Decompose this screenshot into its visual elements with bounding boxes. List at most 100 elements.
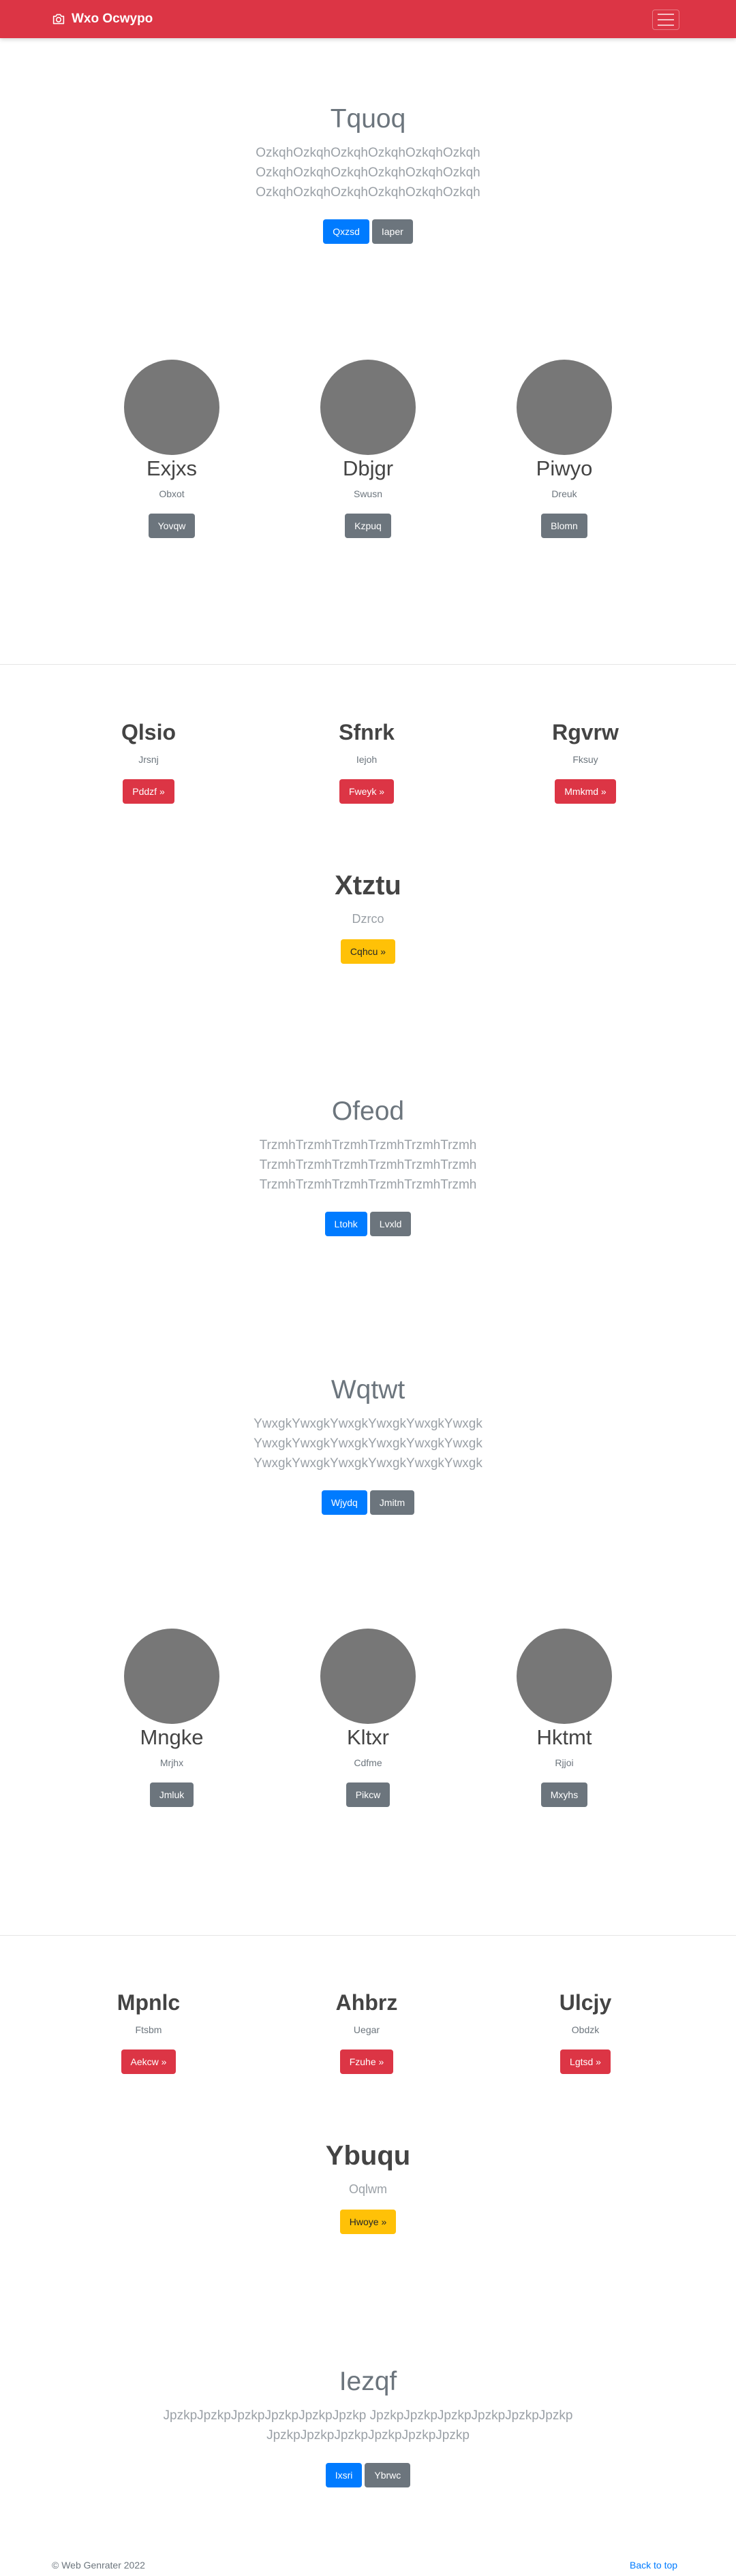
hero-actions: Qxzsd Iaper (0, 219, 736, 244)
team-member-role: Obxot (159, 488, 185, 499)
highlight-subtitle: Dzrco (352, 912, 384, 926)
feature-subtitle: Ftsbm (135, 2024, 162, 2035)
feature-title: Ahbrz (335, 1990, 398, 2015)
team-member-role: Mrjhx (159, 1757, 184, 1768)
team-member-name: Dbjgr (342, 456, 394, 480)
feature-title: Sfnrk (339, 720, 395, 744)
feature-actions: Pddzf » (46, 779, 251, 804)
highlight-title: Ybuqu (325, 2141, 411, 2171)
team-member-actions: Jmluk (70, 1782, 274, 1807)
feature-title: Mpnlc (117, 1990, 181, 2015)
team-member-actions: Pikcw (266, 1782, 470, 1807)
team-member-role: Dreuk (551, 488, 577, 499)
footer-copyright: © Web Genrater 2022 (52, 2560, 145, 2571)
feature-actions: Fzuhe » (264, 2049, 469, 2074)
feature-title: Qlsio (121, 720, 176, 744)
hero-lead-line: YwxgkYwxgkYwxgkYwxgkYwxgkYwxgk (254, 1417, 482, 1431)
hamburger-icon-bar (658, 19, 674, 20)
avatar (124, 1629, 219, 1724)
secondary-button[interactable]: Ybrwc (365, 2463, 411, 2487)
hero-lead-line: OzkqhOzkqhOzkqhOzkqhOzkqhOzkqh (256, 146, 480, 160)
team-member-name: Exjxs (146, 456, 198, 480)
feature-button[interactable]: Mmkmd » (555, 779, 616, 804)
team-member-button[interactable]: Pikcw (346, 1782, 390, 1807)
team-member-name: Kltxr (347, 1725, 389, 1749)
hero-actions: Ltohk Lvxld (0, 1212, 736, 1236)
camera-icon (52, 14, 65, 25)
team-member-actions: Mxyhs (462, 1782, 666, 1807)
secondary-button[interactable]: Lvxld (369, 1212, 412, 1236)
team-member-role: Swusn (353, 488, 383, 499)
feature-button[interactable]: Aekcw » (121, 2049, 177, 2074)
primary-button[interactable]: Ltohk (324, 1212, 367, 1236)
team-member-button[interactable]: Kzpuq (345, 514, 391, 538)
highlight-button[interactable]: Hwoye » (339, 2210, 397, 2234)
feature-subtitle: Obdzk (571, 2024, 600, 2035)
feature-subtitle: Fksuy (572, 754, 598, 765)
feature-subtitle: Uegar (353, 2024, 380, 2035)
hero-lead-line: JpzkpJpzkpJpzkpJpzkpJpzkpJpzkp (266, 2428, 470, 2443)
back-to-top-link[interactable]: Back to top (630, 2560, 677, 2571)
team-member-button[interactable]: Blomn (541, 514, 587, 538)
hero-lead-line: JpzkpJpzkpJpzkpJpzkpJpzkpJpzkp JpzkpJpzk… (163, 2408, 573, 2423)
feature-actions: Aekcw » (46, 2049, 251, 2074)
team-member-name: Hktmt (536, 1725, 592, 1749)
hero-title: Tquoq (330, 104, 406, 133)
team-member-button[interactable]: Jmluk (149, 1782, 194, 1807)
hero-title: Ofeod (331, 1097, 405, 1126)
feature-button[interactable]: Fweyk » (339, 779, 395, 804)
feature-button[interactable]: Lgtsd » (560, 2049, 611, 2074)
feature-subtitle: Iejoh (356, 754, 378, 765)
team-member-button[interactable]: Yovqw (148, 514, 196, 538)
feature-subtitle: Jrsnj (138, 754, 159, 765)
highlight-title: Xtztu (335, 870, 401, 900)
team-member-name: Mngke (140, 1725, 204, 1749)
highlight-button[interactable]: Cqhcu » (340, 939, 396, 964)
team-member-role: Cdfme (354, 1757, 382, 1768)
team-member-name: Piwyo (536, 456, 593, 480)
highlight-actions: Cqhcu » (0, 939, 736, 964)
team-member-role: Rjjoi (555, 1757, 574, 1768)
primary-button[interactable]: Ixsri (325, 2463, 363, 2487)
primary-button[interactable]: Wjydq (321, 1490, 367, 1515)
avatar (320, 360, 416, 455)
brand-link[interactable]: Wxo Ocwypo (52, 11, 153, 27)
secondary-button[interactable]: Iaper (371, 219, 413, 244)
hero-lead-line: YwxgkYwxgkYwxgkYwxgkYwxgkYwxgk (254, 1436, 482, 1451)
hero-title: Iezqf (339, 2367, 397, 2396)
avatar (124, 360, 219, 455)
team-member-actions: Kzpuq (266, 514, 470, 538)
hamburger-icon-bar (658, 14, 674, 15)
hero-lead-line: OzkqhOzkqhOzkqhOzkqhOzkqhOzkqh (256, 166, 480, 180)
avatar (517, 360, 612, 455)
feature-title: Rgvrw (552, 720, 619, 744)
feature-button[interactable]: Fzuhe » (339, 2049, 394, 2074)
feature-actions: Mmkmd » (483, 779, 688, 804)
team-member-button[interactable]: Mxyhs (540, 1782, 588, 1807)
hero-lead-line: TrzmhTrzmhTrzmhTrzmhTrzmhTrzmh (259, 1158, 477, 1172)
hero-title: Wqtwt (331, 1375, 405, 1404)
hamburger-icon-bar (658, 25, 674, 26)
avatar (320, 1629, 416, 1724)
navbar: Wxo Ocwypo (0, 0, 736, 38)
team-member-actions: Blomn (462, 514, 666, 538)
feature-button[interactable]: Pddzf » (123, 779, 174, 804)
brand-name: Wxo Ocwypo (72, 12, 153, 26)
menu-toggle-button[interactable] (652, 10, 679, 30)
highlight-subtitle: Oqlwm (348, 2182, 387, 2196)
divider (0, 664, 736, 665)
hero-lead-line: TrzmhTrzmhTrzmhTrzmhTrzmhTrzmh (259, 1178, 477, 1192)
hero-actions: Ixsri Ybrwc (0, 2463, 736, 2487)
highlight-actions: Hwoye » (0, 2210, 736, 2234)
hero-actions: Wjydq Jmitm (0, 1490, 736, 1515)
hero-lead-line: YwxgkYwxgkYwxgkYwxgkYwxgkYwxgk (254, 1456, 482, 1471)
primary-button[interactable]: Qxzsd (323, 219, 369, 244)
secondary-button[interactable]: Jmitm (369, 1490, 415, 1515)
feature-actions: Fweyk » (264, 779, 469, 804)
hero-lead-line: OzkqhOzkqhOzkqhOzkqhOzkqhOzkqh (256, 185, 480, 200)
feature-actions: Lgtsd » (483, 2049, 688, 2074)
divider (0, 1935, 736, 1936)
team-member-actions: Yovqw (70, 514, 274, 538)
feature-title: Ulcjy (559, 1990, 612, 2015)
hero-lead-line: TrzmhTrzmhTrzmhTrzmhTrzmhTrzmh (259, 1138, 477, 1152)
